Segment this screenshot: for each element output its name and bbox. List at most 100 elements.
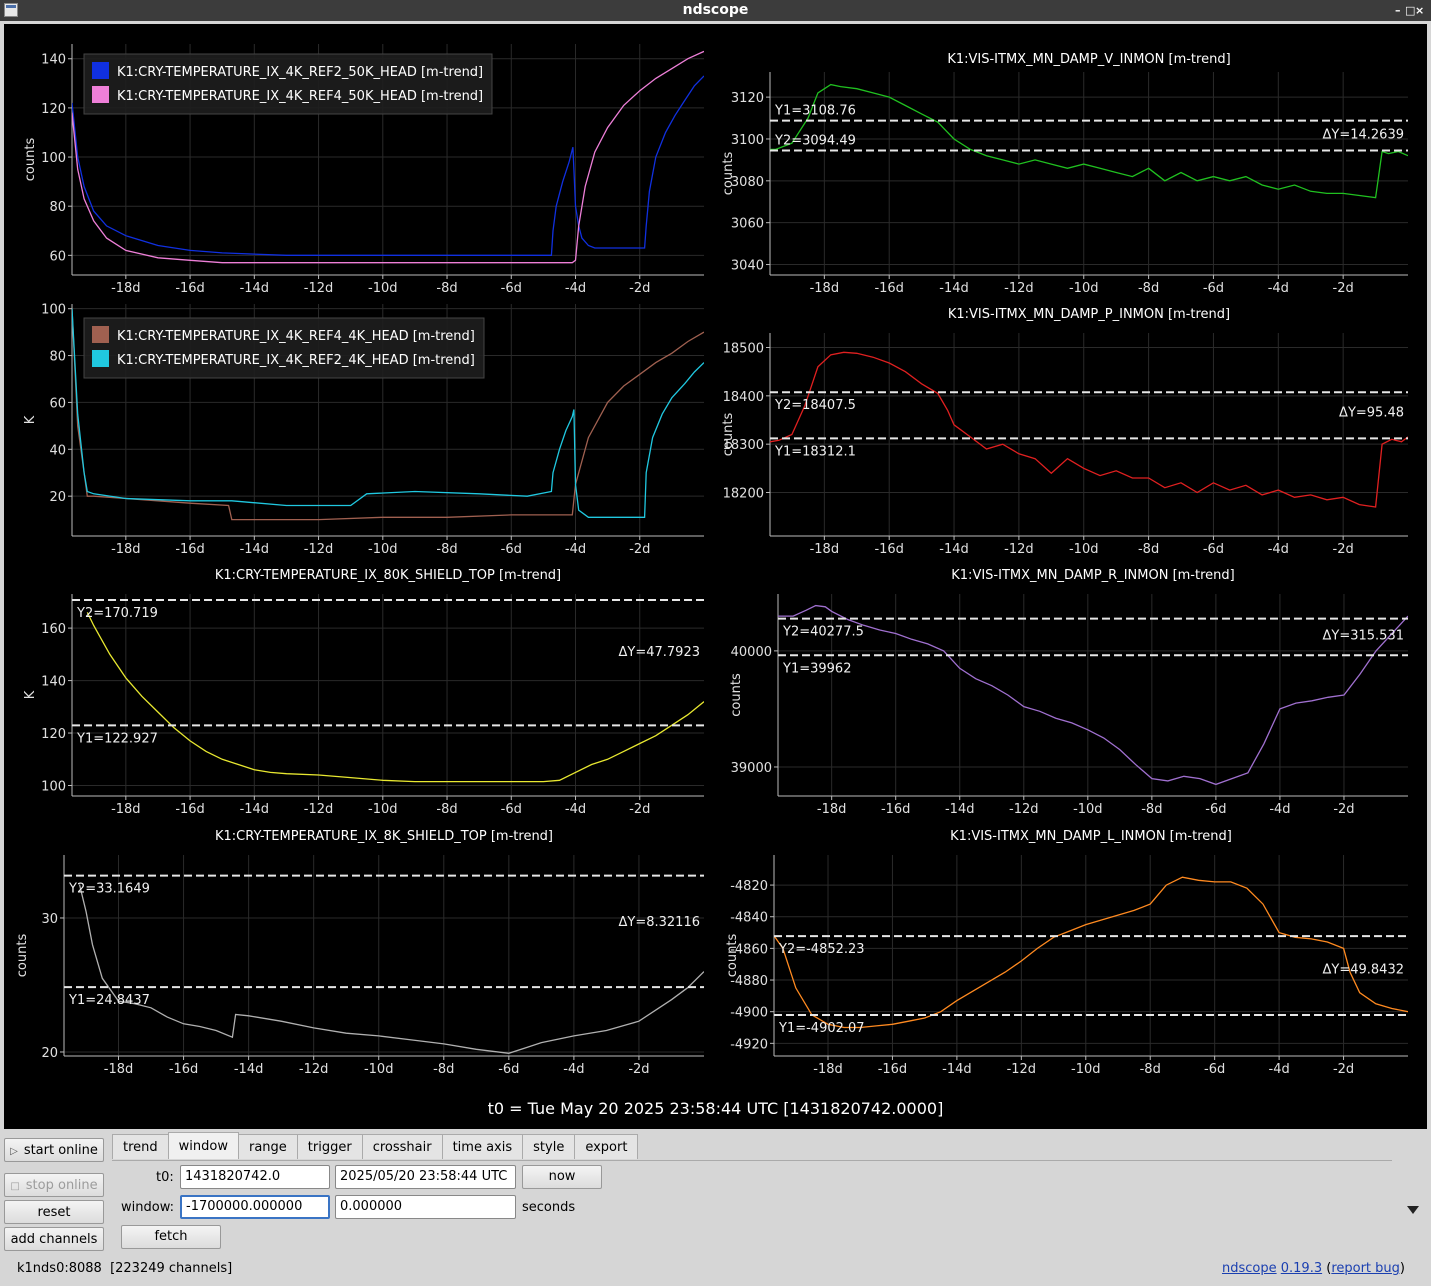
y-tick-label: 120 [41, 102, 66, 117]
app-icon [4, 3, 18, 17]
x-tick-label: -4d [563, 1062, 584, 1077]
x-tick-label: -6d [1203, 542, 1224, 557]
y-tick-label: 3060 [731, 217, 764, 232]
x-tick-label: -6d [501, 281, 522, 296]
y-tick-label: -4840 [730, 911, 768, 926]
chart-4: -18d -16d -14d -12d -10d -8d -6d -4d -2d 20 30 coun… [15, 829, 704, 1077]
report-bug-link[interactable]: report bug [1331, 1261, 1400, 1276]
maximize-icon[interactable]: □ [1405, 0, 1415, 21]
x-tick-label: -2d [629, 802, 650, 817]
tab-style[interactable]: style [522, 1134, 576, 1159]
now-button[interactable]: now [522, 1165, 602, 1189]
y-tick-label: 120 [41, 727, 66, 742]
y-tick-label: 100 [41, 151, 66, 166]
y-tick-label: -4900 [730, 1006, 768, 1021]
x-tick-label: -18d [817, 802, 847, 817]
x-tick-label: -18d [111, 281, 141, 296]
t0-gps-field[interactable]: 1431820742.0 [180, 1165, 330, 1189]
series-line-1 [770, 351, 1408, 508]
cursor-y2-label: Y2=33.1649 [68, 882, 150, 897]
tab-trend[interactable]: trend [112, 1134, 169, 1159]
y-tick-label: 3120 [731, 91, 764, 106]
fetch-button[interactable]: fetch [121, 1225, 221, 1249]
x-tick-label: -6d [498, 1062, 519, 1077]
minimize-icon[interactable]: – [1395, 0, 1405, 21]
x-tick-label: -14d [939, 542, 969, 557]
legend-swatch [92, 326, 109, 343]
x-tick-label: -18d [810, 281, 840, 296]
x-tick-label: -12d [304, 281, 334, 296]
cursor-delta-label: ΔY=47.7923 [619, 645, 701, 660]
x-tick-label: -12d [1004, 542, 1034, 557]
plots-svg[interactable]: -18d -16d -14d -12d -10d -8d -6d -4d -2d 60 80 100 1… [4, 24, 1427, 1094]
version-close-paren: ) [1399, 1261, 1405, 1276]
x-tick-label: -10d [1073, 802, 1103, 817]
tab-trigger[interactable]: trigger [296, 1134, 363, 1159]
y-tick-label: 80 [49, 350, 66, 365]
seconds-label: seconds [522, 1200, 576, 1215]
y-tick-label: 140 [41, 53, 66, 68]
tab-divider [112, 1160, 1392, 1161]
x-tick-label: -16d [175, 281, 205, 296]
start-online-button[interactable]: ▷ start online [4, 1138, 104, 1162]
y-tick-label: 140 [41, 675, 66, 690]
chart-title: K1:VIS-ITMX_MN_DAMP_L_INMON [m-trend] [950, 829, 1232, 844]
stop-icon: □ [10, 1181, 20, 1192]
t0-utc-field[interactable]: 2025/05/20 23:58:44 UTC [335, 1165, 516, 1189]
chart-5: -18d -16d -14d -12d -10d -8d -6d -4d -2d 3040 3060… [721, 52, 1408, 296]
series-line-1 [774, 876, 1408, 1029]
x-tick-label: -2d [628, 1062, 649, 1077]
series-line-1 [86, 612, 704, 783]
x-tick-label: -2d [629, 542, 650, 557]
x-tick-label: -6d [1205, 802, 1226, 817]
legend-swatch [92, 62, 109, 79]
legend-swatch [92, 86, 109, 103]
y-axis-label: counts [721, 413, 736, 457]
x-tick-label: -18d [813, 1062, 843, 1077]
close-icon[interactable]: × [1415, 0, 1425, 21]
tab-window[interactable]: window [167, 1132, 239, 1159]
x-tick-label: -18d [810, 542, 840, 557]
version-link[interactable]: 0.19.3 [1281, 1261, 1322, 1276]
x-tick-label: -6d [1204, 1062, 1225, 1077]
tab-range[interactable]: range [237, 1134, 298, 1159]
x-tick-label: -2d [1333, 542, 1354, 557]
x-tick-label: -14d [240, 802, 270, 817]
x-tick-label: -16d [874, 542, 904, 557]
chart-7: -18d -16d -14d -12d -10d -8d -6d -4d -2d 39000 400… [729, 568, 1408, 817]
window-end-field[interactable]: 0.000000 [335, 1195, 516, 1219]
play-icon: ▷ [10, 1146, 18, 1157]
x-tick-label: -4d [565, 802, 586, 817]
reset-button[interactable]: reset [4, 1200, 104, 1224]
cursor-delta-label: ΔY=95.48 [1339, 406, 1404, 421]
ndscope-link[interactable]: ndscope [1222, 1261, 1277, 1276]
x-tick-label: -12d [1009, 802, 1039, 817]
y-tick-label: 60 [49, 396, 66, 411]
tab-time-axis[interactable]: time axis [441, 1134, 524, 1159]
scroll-down-icon[interactable] [1407, 1206, 1419, 1214]
legend-box [83, 53, 493, 115]
y-axis-label: counts [721, 152, 736, 196]
window-start-field[interactable]: -1700000.000000 [180, 1195, 330, 1219]
stop-online-button[interactable]: □ stop online [4, 1173, 104, 1197]
tab-crosshair[interactable]: crosshair [361, 1134, 443, 1159]
x-tick-label: -10d [364, 1062, 394, 1077]
series-line-1 [778, 604, 1408, 786]
cursor-delta-label: ΔY=315.531 [1323, 628, 1405, 643]
legend: K1:CRY-TEMPERATURE_IX_4K_REF2_50K_HEAD [… [83, 53, 493, 115]
cursor-delta-label: ΔY=8.32116 [619, 915, 701, 930]
chart-title: K1:VIS-ITMX_MN_DAMP_P_INMON [m-trend] [948, 307, 1230, 322]
x-tick-label: -6d [501, 802, 522, 817]
x-tick-label: -2d [629, 281, 650, 296]
x-tick-label: -18d [104, 1062, 134, 1077]
legend: K1:CRY-TEMPERATURE_IX_4K_REF4_4K_HEAD [m… [83, 317, 485, 379]
cursor-y1-label: Y1=-4902.07 [778, 1021, 865, 1036]
x-tick-label: -16d [175, 542, 205, 557]
x-tick-label: -14d [240, 542, 270, 557]
plot-area[interactable]: -18d -16d -14d -12d -10d -8d -6d -4d -2d 60 80 100 1… [4, 24, 1427, 1129]
add-channels-button[interactable]: add channels [4, 1227, 104, 1251]
x-tick-label: -16d [878, 1062, 908, 1077]
tab-export[interactable]: export [574, 1134, 639, 1159]
window-field-label: window: [121, 1200, 174, 1215]
x-tick-label: -16d [874, 281, 904, 296]
